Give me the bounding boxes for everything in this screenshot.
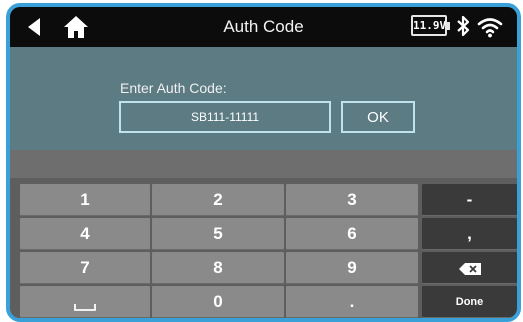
space-key[interactable]	[20, 286, 150, 318]
battery-icon: 11.9V	[411, 15, 450, 36]
auth-code-input[interactable]	[119, 101, 331, 133]
done-key[interactable]: Done	[422, 286, 517, 318]
key-minus[interactable]: -	[422, 184, 517, 216]
device-screen: Auth Code 11.9V Enter Auth Code: OK 1 2 …	[6, 3, 521, 322]
keyboard-divider	[10, 150, 517, 178]
key-dot[interactable]: .	[286, 286, 418, 318]
key-9[interactable]: 9	[286, 252, 418, 284]
key-3[interactable]: 3	[286, 184, 418, 216]
key-8[interactable]: 8	[152, 252, 284, 284]
key-7[interactable]: 7	[20, 252, 150, 284]
battery-voltage: 11.9V	[413, 19, 447, 32]
backspace-icon	[458, 262, 481, 275]
key-2[interactable]: 2	[152, 184, 284, 216]
key-6[interactable]: 6	[286, 218, 418, 250]
auth-code-label: Enter Auth Code:	[120, 80, 227, 96]
wifi-icon	[477, 18, 503, 38]
key-comma[interactable]: ,	[422, 218, 517, 250]
backspace-key[interactable]	[422, 252, 517, 284]
space-icon	[74, 304, 96, 312]
key-0[interactable]: 0	[152, 286, 284, 318]
top-bar: Auth Code 11.9V	[10, 7, 517, 47]
key-4[interactable]: 4	[20, 218, 150, 250]
auth-code-panel: Enter Auth Code: OK	[10, 47, 517, 150]
key-1[interactable]: 1	[20, 184, 150, 216]
bluetooth-icon	[457, 15, 470, 37]
key-5[interactable]: 5	[152, 218, 284, 250]
ok-button[interactable]: OK	[341, 101, 415, 133]
numeric-keyboard: 1 2 3 - 4 5 6 , 7 8 9 0 . Done	[10, 178, 517, 318]
